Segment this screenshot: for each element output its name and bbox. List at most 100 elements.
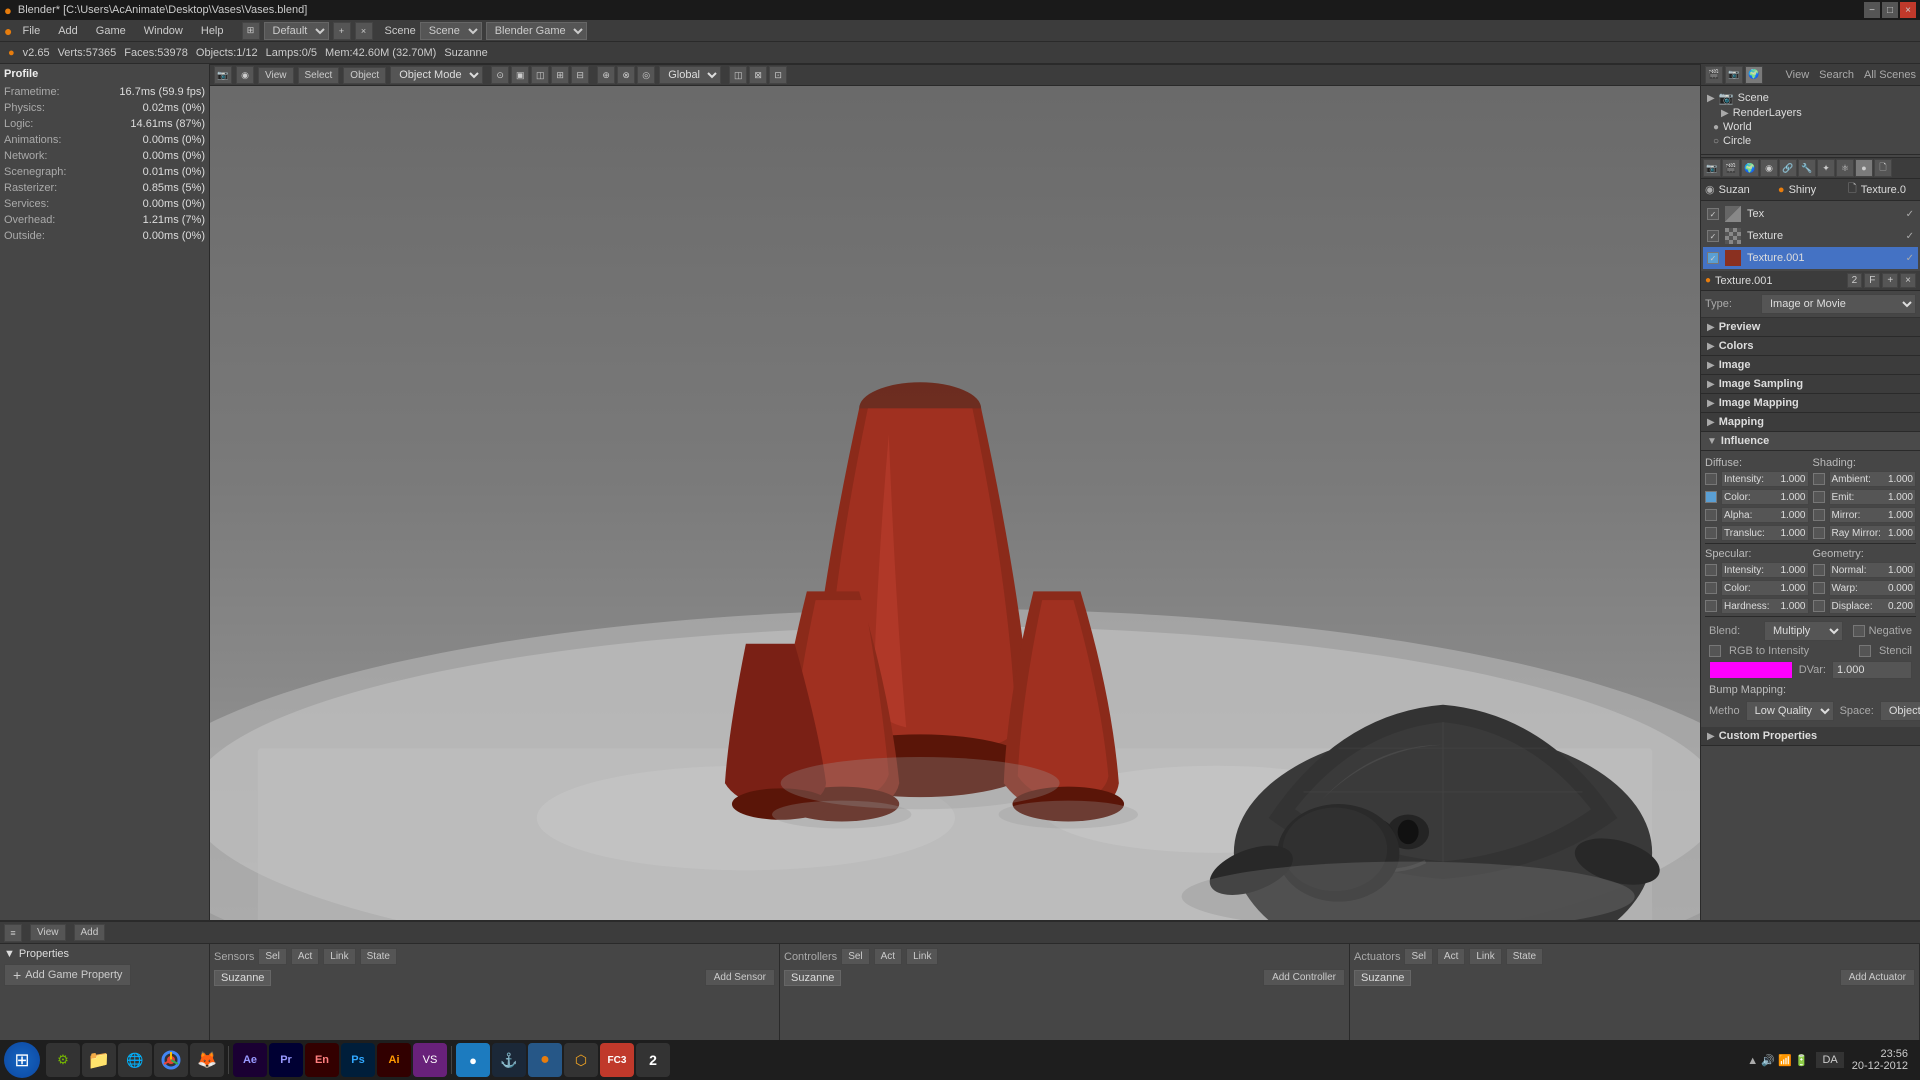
- inf-check-alpha[interactable]: [1705, 509, 1717, 521]
- layout-select[interactable]: Default: [264, 22, 329, 40]
- negative-check[interactable]: [1853, 625, 1865, 637]
- actuators-sel-btn[interactable]: Sel: [1404, 948, 1432, 965]
- section-custom-properties[interactable]: ▶ Custom Properties: [1701, 727, 1920, 746]
- viewport-camera-icon[interactable]: 📷: [214, 66, 232, 84]
- inf-bar-displace[interactable]: Displace: 0.200: [1829, 598, 1917, 614]
- inf-check-transluc[interactable]: [1705, 527, 1717, 539]
- inf-bar-emit[interactable]: Emit: 1.000: [1829, 489, 1917, 505]
- tex-row-texture[interactable]: ✓ Texture ✓: [1703, 225, 1918, 247]
- tex-f-btn[interactable]: F: [1864, 273, 1880, 288]
- add-controller-button[interactable]: Add Controller: [1263, 969, 1345, 986]
- scene-select[interactable]: Scene: [420, 22, 482, 40]
- bump-method-select[interactable]: Low Quality: [1746, 701, 1834, 721]
- tex-check-texture[interactable]: ✓: [1707, 230, 1719, 242]
- tex-row-tex[interactable]: ✓ Tex ✓: [1703, 203, 1918, 225]
- prop-texture-icon[interactable]: 🗋: [1874, 159, 1892, 177]
- tex-x-icon-3[interactable]: ✓: [1906, 253, 1914, 264]
- tex-x-btn[interactable]: ×: [1900, 273, 1916, 288]
- tex-id-btn[interactable]: 2: [1847, 273, 1863, 288]
- blend-select[interactable]: Multiply: [1764, 621, 1843, 641]
- actuators-act-btn[interactable]: Act: [1437, 948, 1465, 965]
- remove-layout-button[interactable]: ×: [355, 22, 373, 40]
- inf-bar-raymirror[interactable]: Ray Mirror: 1.000: [1829, 525, 1917, 541]
- tex-plus-btn[interactable]: +: [1882, 273, 1898, 288]
- taskbar-folder-icon[interactable]: 📁: [82, 1043, 116, 1077]
- tex-check-tex[interactable]: ✓: [1707, 208, 1719, 220]
- section-mapping[interactable]: ▶ Mapping: [1701, 413, 1920, 432]
- add-game-property-button[interactable]: + Add Game Property: [4, 964, 131, 986]
- controllers-sel-btn[interactable]: Sel: [841, 948, 869, 965]
- menu-add[interactable]: Add: [50, 23, 86, 39]
- prop-modifier-icon[interactable]: 🔧: [1798, 159, 1816, 177]
- rp-scene-icon[interactable]: 🎬: [1705, 66, 1723, 84]
- controllers-act-btn[interactable]: Act: [874, 948, 902, 965]
- taskbar-network-icon[interactable]: 🌐: [118, 1043, 152, 1077]
- prop-object-icon[interactable]: ◉: [1760, 159, 1778, 177]
- inf-bar-mirror[interactable]: Mirror: 1.000: [1829, 507, 1917, 523]
- inf-check-warp[interactable]: [1813, 582, 1825, 594]
- viewport[interactable]: 📷 ◉ View Select Object Object Mode ⊙ ▣ ◫…: [210, 64, 1700, 1040]
- type-select[interactable]: Image or Movie: [1761, 294, 1916, 314]
- space-select[interactable]: ObjectSpace: [1880, 701, 1920, 721]
- add-layout-button[interactable]: +: [333, 22, 351, 40]
- section-preview[interactable]: ▶ Preview: [1701, 318, 1920, 337]
- inf-check-intensity[interactable]: [1705, 473, 1717, 485]
- viewport-xray-icon[interactable]: ◫: [729, 66, 747, 84]
- sensors-sel-btn[interactable]: Sel: [258, 948, 286, 965]
- section-image[interactable]: ▶ Image: [1701, 356, 1920, 375]
- view-menu-button[interactable]: View: [258, 67, 294, 84]
- taskbar-after-effects-icon[interactable]: Ae: [233, 1043, 267, 1077]
- sensors-act-btn[interactable]: Act: [291, 948, 319, 965]
- inf-check-displace[interactable]: [1813, 600, 1825, 612]
- prop-scene-icon[interactable]: 🎬: [1722, 159, 1740, 177]
- taskbar-3dapp-icon[interactable]: ●: [456, 1043, 490, 1077]
- taskbar-steam-icon[interactable]: ⚓: [492, 1043, 526, 1077]
- viewport-snap-icon[interactable]: ⊗: [617, 66, 635, 84]
- mode-select[interactable]: Object Mode: [390, 66, 483, 84]
- taskbar-asus-icon[interactable]: ⚙: [46, 1043, 80, 1077]
- minimize-button[interactable]: −: [1864, 2, 1880, 18]
- viewport-particles-icon[interactable]: ⊡: [769, 66, 787, 84]
- prop-render-icon[interactable]: 📷: [1703, 159, 1721, 177]
- menu-file[interactable]: File: [14, 23, 48, 39]
- inf-check-emit[interactable]: [1813, 491, 1825, 503]
- inf-bar-transluc[interactable]: Transluc: 1.000: [1721, 525, 1809, 541]
- start-button[interactable]: ⊞: [4, 1042, 40, 1078]
- viewport-draw1-icon[interactable]: ⊙: [491, 66, 509, 84]
- inf-check-ambient[interactable]: [1813, 473, 1825, 485]
- layout-icon[interactable]: ⊞: [242, 22, 260, 40]
- inf-check-spec-color[interactable]: [1705, 582, 1717, 594]
- rgb-check[interactable]: [1709, 645, 1721, 657]
- engine-select[interactable]: Blender Game: [486, 22, 587, 40]
- tex-row-texture001[interactable]: ✓ Texture.001 ✓: [1703, 247, 1918, 269]
- add-sensor-button[interactable]: Add Sensor: [705, 969, 775, 986]
- taskbar-2-icon[interactable]: 2: [636, 1043, 670, 1077]
- taskbar-visual-studio-icon[interactable]: VS: [413, 1043, 447, 1077]
- stencil-check[interactable]: [1859, 645, 1871, 657]
- viewport-prop-icon[interactable]: ◎: [637, 66, 655, 84]
- scene-tree-item-circle[interactable]: ○ Circle: [1705, 134, 1916, 148]
- inf-check-hardness[interactable]: [1705, 600, 1717, 612]
- taskbar-premiere-icon[interactable]: Pr: [269, 1043, 303, 1077]
- taskbar-unknown1-icon[interactable]: ⬡: [564, 1043, 598, 1077]
- inf-bar-warp[interactable]: Warp: 0.000: [1829, 580, 1917, 596]
- inf-bar-spec-intensity[interactable]: Intensity: 1.000: [1721, 562, 1809, 578]
- taskbar-photoshop-icon[interactable]: Ps: [341, 1043, 375, 1077]
- tex-check-texture001[interactable]: ✓: [1707, 252, 1719, 264]
- menu-window[interactable]: Window: [136, 23, 191, 39]
- rp-world-icon[interactable]: 🌍: [1745, 66, 1763, 84]
- tex-x-icon-2[interactable]: ✓: [1906, 231, 1914, 242]
- taskbar-encore-icon[interactable]: En: [305, 1043, 339, 1077]
- scene-tree-item-renderlayers[interactable]: ▶ RenderLayers: [1705, 106, 1916, 120]
- prop-world-icon[interactable]: 🌍: [1741, 159, 1759, 177]
- viewport-draw2-icon[interactable]: ▣: [511, 66, 529, 84]
- inf-check-spec-intensity[interactable]: [1705, 564, 1717, 576]
- menu-help[interactable]: Help: [193, 23, 232, 39]
- menu-game[interactable]: Game: [88, 23, 134, 39]
- inf-check-raymirror[interactable]: [1813, 527, 1825, 539]
- section-image-sampling[interactable]: ▶ Image Sampling: [1701, 375, 1920, 394]
- add-actuator-button[interactable]: Add Actuator: [1840, 969, 1915, 986]
- scene-tree-item-scene[interactable]: ▶ 📷 Scene: [1705, 90, 1916, 106]
- viewport-render-icon[interactable]: ◉: [236, 66, 254, 84]
- inf-bar-alpha[interactable]: Alpha: 1.000: [1721, 507, 1809, 523]
